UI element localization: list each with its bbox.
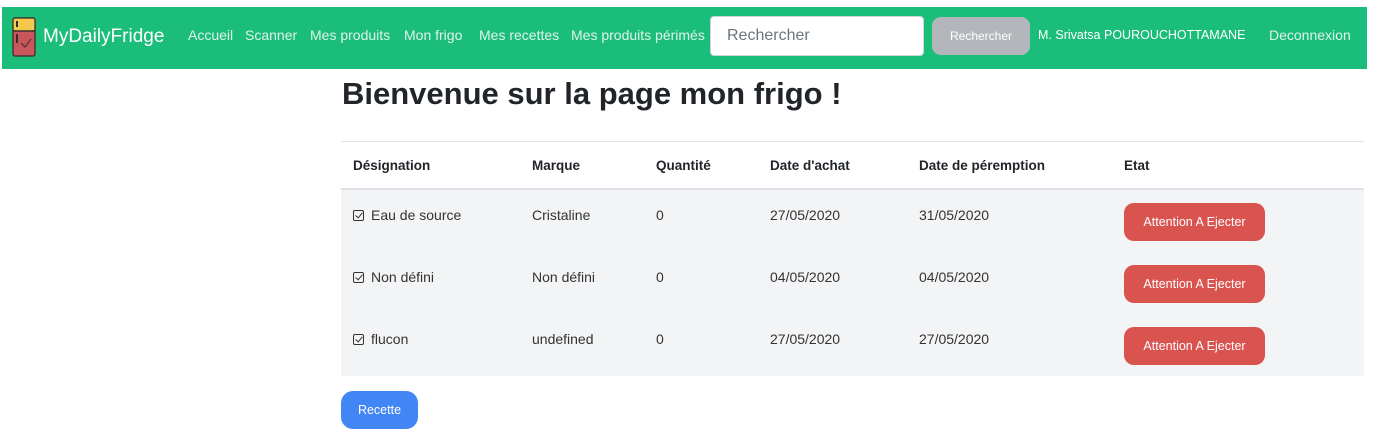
designation-cell: Non défini [371, 269, 435, 285]
nav-link-mes-recettes[interactable]: Mes recettes [479, 27, 559, 43]
date-achat-cell: 27/05/2020 [770, 331, 841, 347]
table-row: Eau de source Cristaline 0 27/05/2020 31… [341, 189, 1364, 252]
search-input[interactable] [710, 16, 924, 56]
table-row: Non défini Non défini 0 04/05/2020 04/05… [341, 252, 1364, 314]
navbar: MyDailyFridge Accueil Scanner Mes produi… [2, 7, 1367, 69]
designation-cell: Eau de source [371, 207, 462, 223]
column-header-quantite: Quantité [644, 141, 758, 190]
date-achat-cell: 04/05/2020 [770, 269, 841, 285]
date-peremption-cell: 04/05/2020 [919, 269, 990, 285]
checkbox-icon[interactable] [353, 210, 364, 221]
logout-link[interactable]: Deconnexion [1269, 27, 1351, 43]
table-header-row: Désignation Marque Quantité Date d'achat… [341, 141, 1364, 190]
table-row: flucon undefined 0 27/05/2020 27/05/2020… [341, 314, 1364, 376]
nav-link-mes-produits[interactable]: Mes produits [310, 27, 390, 43]
column-header-date-peremption: Date de péremption [907, 141, 1112, 190]
column-header-etat: Etat [1112, 141, 1364, 190]
checkbox-icon[interactable] [353, 272, 364, 283]
column-header-designation: Désignation [341, 141, 520, 190]
recipe-button[interactable]: Recette [341, 391, 418, 429]
nav-link-mon-frigo[interactable]: Mon frigo [404, 27, 462, 43]
date-achat-cell: 27/05/2020 [770, 207, 841, 223]
user-name: M. Srivatsa POUROUCHOTTAMANE [1038, 28, 1246, 42]
page-title: Bienvenue sur la page mon frigo ! [342, 76, 842, 111]
marque-cell: undefined [532, 331, 594, 347]
quantite-cell: 0 [656, 269, 664, 285]
eject-warning-button[interactable]: Attention A Ejecter [1124, 203, 1265, 241]
column-header-marque: Marque [520, 141, 644, 190]
nav-link-scanner[interactable]: Scanner [245, 27, 297, 43]
eject-warning-button[interactable]: Attention A Ejecter [1124, 327, 1265, 365]
marque-cell: Non défini [532, 269, 596, 285]
nav-link-mes-produits-perimes[interactable]: Mes produits périmés [571, 27, 705, 43]
column-header-date-achat: Date d'achat [758, 141, 907, 190]
marque-cell: Cristaline [532, 207, 591, 223]
eject-warning-button[interactable]: Attention A Ejecter [1124, 265, 1265, 303]
brand[interactable]: MyDailyFridge [12, 17, 164, 57]
fridge-table: Désignation Marque Quantité Date d'achat… [341, 141, 1364, 376]
brand-name: MyDailyFridge [43, 26, 165, 47]
quantite-cell: 0 [656, 207, 664, 223]
nav-link-accueil[interactable]: Accueil [188, 27, 233, 43]
date-peremption-cell: 31/05/2020 [919, 207, 990, 223]
search-button[interactable]: Rechercher [932, 17, 1030, 55]
fridge-icon [12, 17, 36, 57]
date-peremption-cell: 27/05/2020 [919, 331, 990, 347]
checkbox-icon[interactable] [353, 334, 364, 345]
designation-cell: flucon [371, 331, 409, 347]
quantite-cell: 0 [656, 331, 664, 347]
